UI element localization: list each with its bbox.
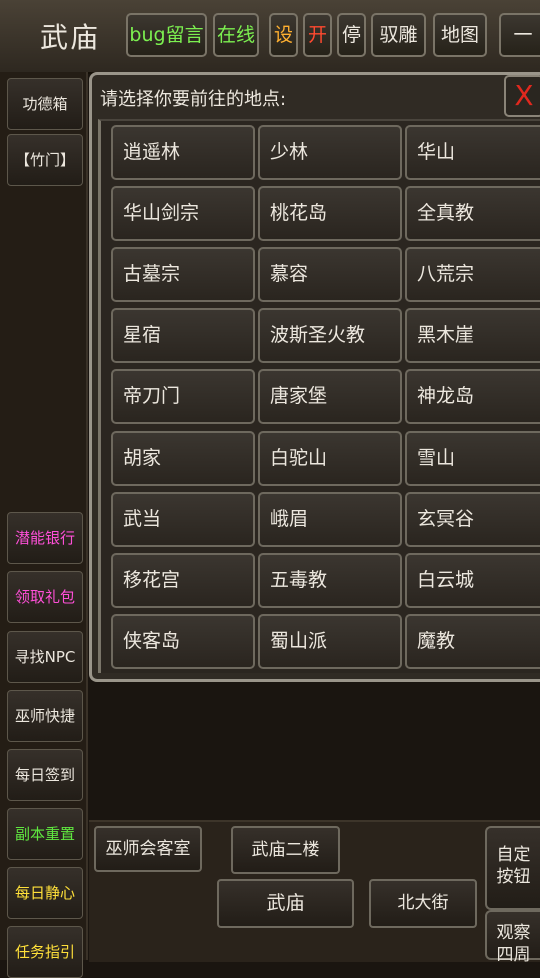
location-button[interactable]: 帝刀门 bbox=[111, 369, 255, 424]
location-button[interactable]: 波斯圣火教 bbox=[258, 308, 402, 363]
custom-label-line1: 自定 bbox=[496, 845, 531, 865]
location-button[interactable]: 桃花岛 bbox=[258, 186, 402, 241]
bamboo-door-button[interactable]: 【竹门】 bbox=[7, 134, 83, 186]
map-button[interactable]: 地图 bbox=[433, 13, 487, 57]
exit-north-street[interactable]: 北大街 bbox=[369, 879, 477, 928]
location-button[interactable]: 玄冥谷 bbox=[405, 492, 540, 547]
collapse-button[interactable]: 一 bbox=[499, 13, 540, 57]
location-button[interactable]: 峨眉 bbox=[258, 492, 402, 547]
find-npc-button[interactable]: 寻找NPC bbox=[7, 631, 83, 683]
start-button[interactable]: 开 bbox=[303, 13, 332, 57]
online-button[interactable]: 在线 bbox=[213, 13, 259, 57]
exit-upstairs[interactable]: 武庙二楼 bbox=[231, 826, 340, 874]
close-icon[interactable]: X bbox=[504, 75, 540, 117]
observe-surroundings-button[interactable]: 观察 四周 bbox=[485, 910, 540, 965]
location-button[interactable]: 华山 bbox=[405, 125, 540, 180]
daily-meditation-button[interactable]: 每日静心 bbox=[7, 867, 83, 919]
dungeon-reset-button[interactable]: 副本重置 bbox=[7, 808, 83, 860]
location-button[interactable]: 唐家堡 bbox=[258, 369, 402, 424]
location-button[interactable]: 移花宫 bbox=[111, 553, 255, 608]
location-button[interactable]: 逍遥林 bbox=[111, 125, 255, 180]
location-grid: 逍遥林 少林 华山 华山剑宗 桃花岛 全真教 古墓宗 慕容 八荒宗 星宿 波斯圣… bbox=[98, 119, 540, 673]
location-button[interactable]: 华山剑宗 bbox=[111, 186, 255, 241]
custom-label-line2: 按钮 bbox=[496, 867, 531, 887]
dialog-prompt: 请选择你要前往的地点: bbox=[100, 89, 287, 110]
location-button[interactable]: 蜀山派 bbox=[258, 614, 402, 669]
location-button[interactable]: 白驼山 bbox=[258, 431, 402, 486]
location-button[interactable]: 胡家 bbox=[111, 431, 255, 486]
location-title: 武庙 bbox=[40, 21, 101, 54]
destination-dialog: 请选择你要前往的地点: X 逍遥林 少林 华山 华山剑宗 桃花岛 全真教 古墓宗… bbox=[89, 72, 540, 682]
location-button[interactable]: 雪山 bbox=[405, 431, 540, 486]
potential-bank-button[interactable]: 潜能银行 bbox=[7, 512, 83, 564]
merit-box-button[interactable]: 功德箱 bbox=[7, 78, 83, 130]
location-button[interactable]: 侠客岛 bbox=[111, 614, 255, 669]
observe-label-line2: 四周 bbox=[496, 945, 531, 965]
wizard-shortcut-button[interactable]: 巫师快捷 bbox=[7, 690, 83, 742]
bug-report-button[interactable]: bug留言 bbox=[126, 13, 207, 57]
location-button[interactable]: 八荒宗 bbox=[405, 247, 540, 302]
observe-label-line1: 观察 bbox=[496, 923, 531, 943]
location-button[interactable]: 魔教 bbox=[405, 614, 540, 669]
location-button[interactable]: 慕容 bbox=[258, 247, 402, 302]
top-bar: 武庙 bug留言 在线 设 开 停 驭雕 地图 一 bbox=[0, 0, 540, 74]
quest-guide-button[interactable]: 任务指引 bbox=[7, 926, 83, 978]
left-sidebar: 功德箱 【竹门】 潜能银行 领取礼包 寻找NPC 巫师快捷 每日签到 副本重置 … bbox=[0, 72, 88, 978]
exit-wizard-room[interactable]: 巫师会客室 bbox=[94, 826, 202, 872]
current-room[interactable]: 武庙 bbox=[217, 879, 354, 928]
daily-checkin-button[interactable]: 每日签到 bbox=[7, 749, 83, 801]
location-button[interactable]: 武当 bbox=[111, 492, 255, 547]
stop-button[interactable]: 停 bbox=[337, 13, 366, 57]
location-button[interactable]: 星宿 bbox=[111, 308, 255, 363]
settings-button[interactable]: 设 bbox=[269, 13, 298, 57]
location-button[interactable]: 全真教 bbox=[405, 186, 540, 241]
claim-gift-button[interactable]: 领取礼包 bbox=[7, 571, 83, 623]
location-button[interactable]: 五毒教 bbox=[258, 553, 402, 608]
location-button[interactable]: 少林 bbox=[258, 125, 402, 180]
location-button[interactable]: 神龙岛 bbox=[405, 369, 540, 424]
custom-buttons-toggle[interactable]: 自定 按钮 bbox=[485, 826, 540, 910]
location-button[interactable]: 古墓宗 bbox=[111, 247, 255, 302]
ride-eagle-button[interactable]: 驭雕 bbox=[371, 13, 426, 57]
location-button[interactable]: 黑木崖 bbox=[405, 308, 540, 363]
location-button[interactable]: 白云城 bbox=[405, 553, 540, 608]
